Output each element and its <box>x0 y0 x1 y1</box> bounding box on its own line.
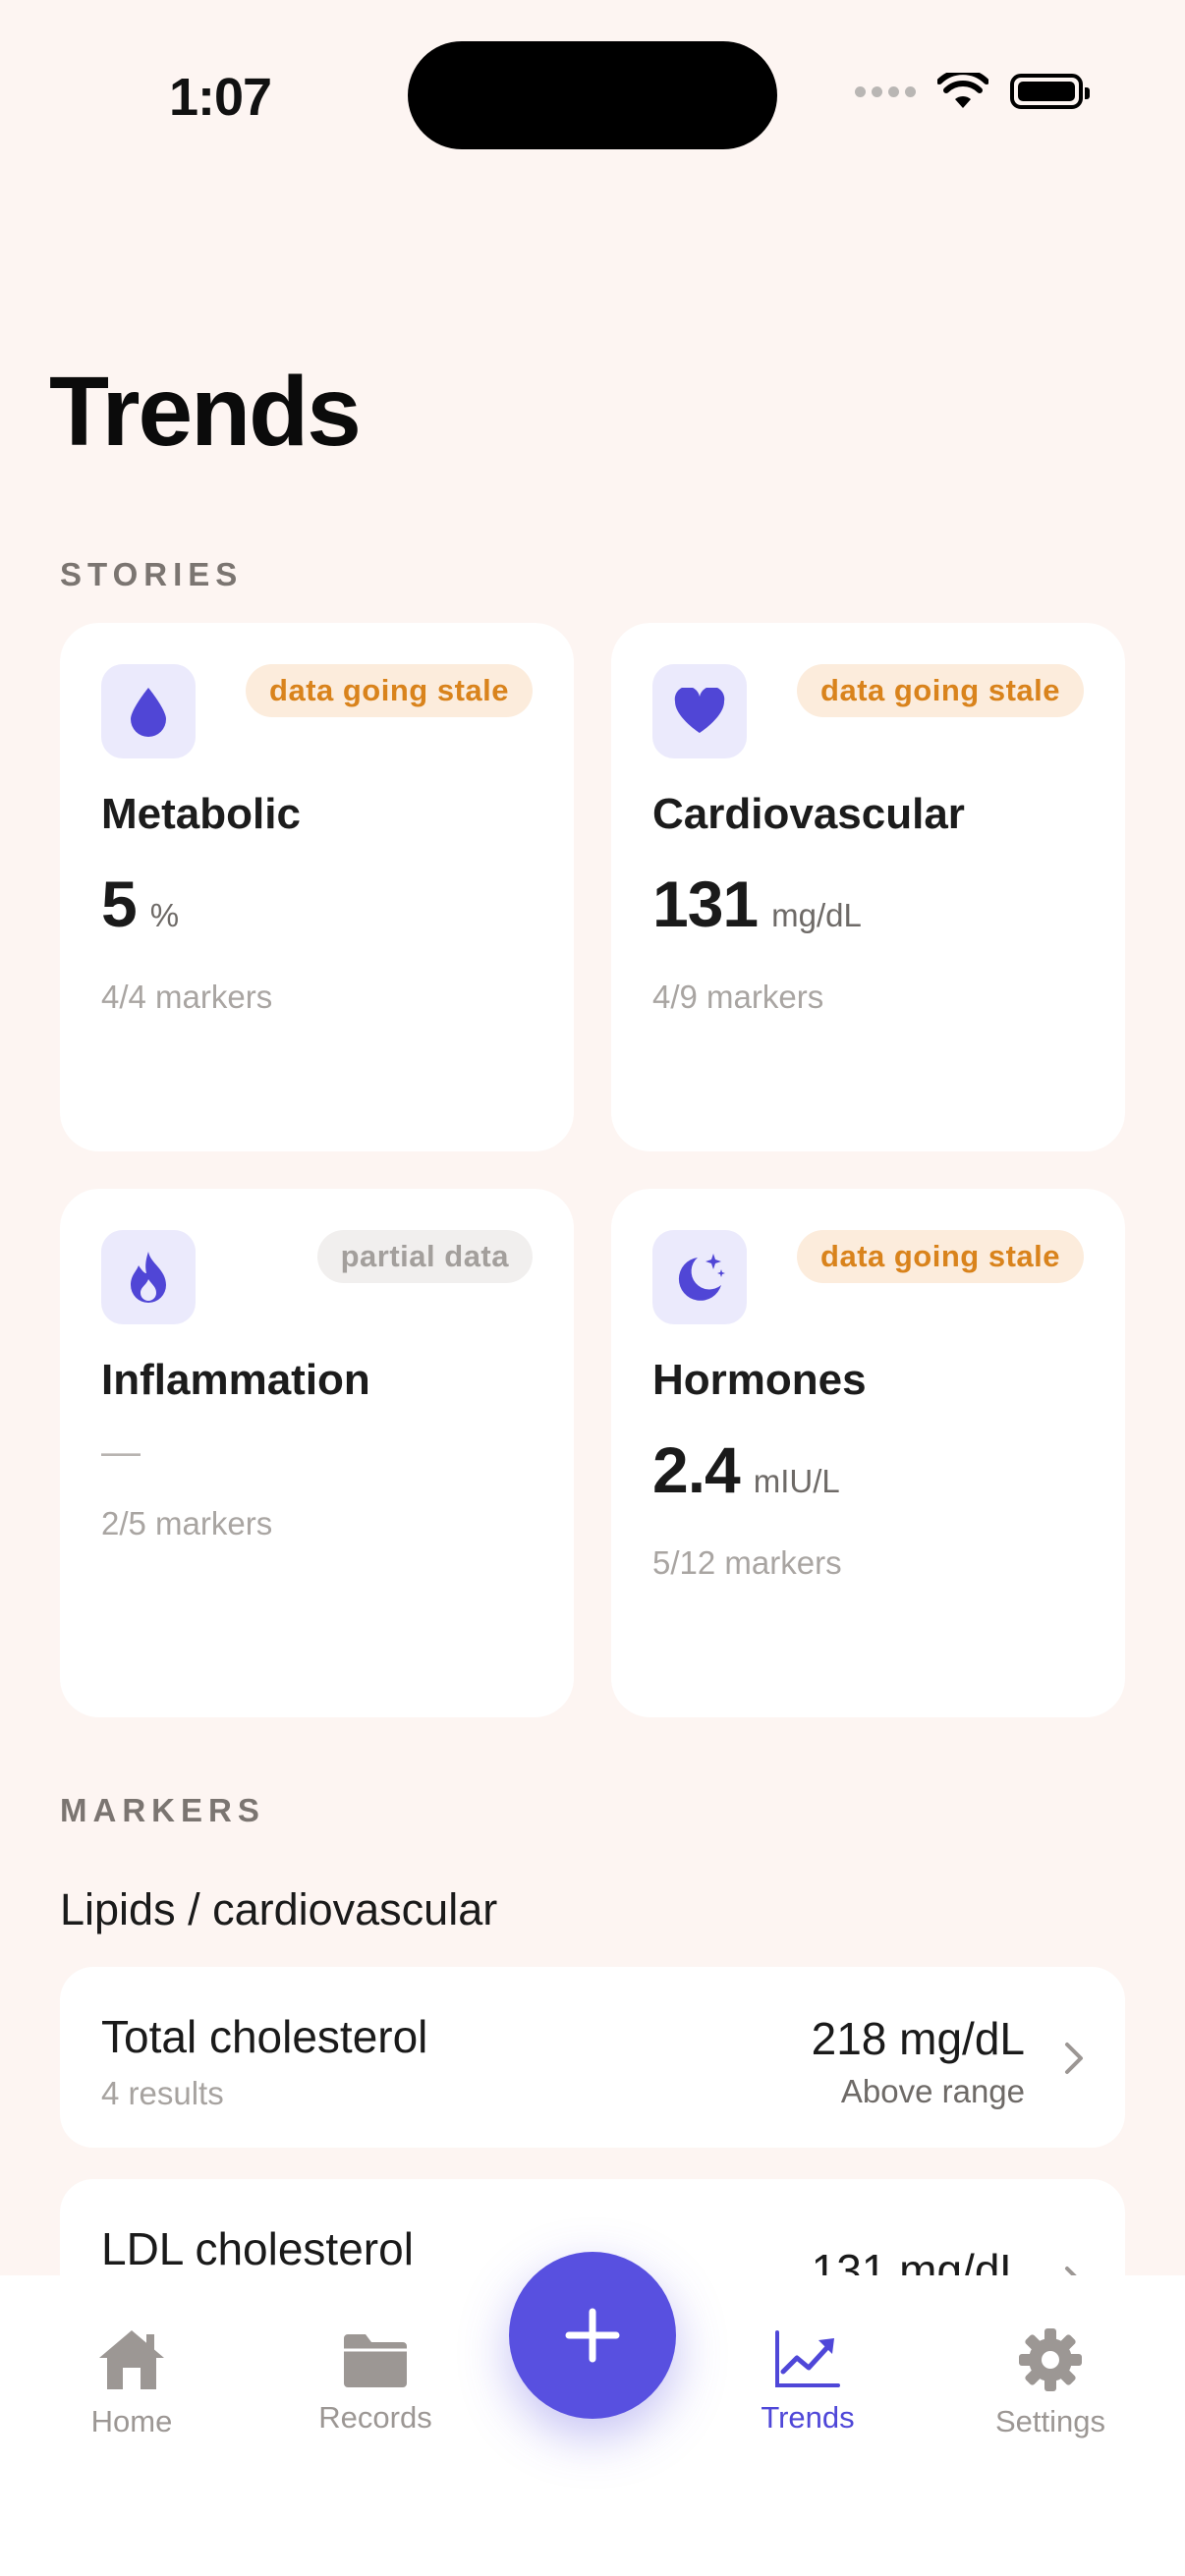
gear-icon <box>1019 2328 1082 2391</box>
page-title: Trends <box>49 357 362 467</box>
story-value: 5 <box>101 868 138 940</box>
story-unit: mg/dL <box>771 897 862 933</box>
story-value: 131 <box>652 868 759 940</box>
status-icons <box>855 73 1090 110</box>
story-card-inflammation[interactable]: partial data Inflammation — 2/5 markers <box>60 1189 574 1717</box>
story-unit: % <box>149 897 180 933</box>
story-markers-count: 2/5 markers <box>101 1505 273 1541</box>
moon-stars-icon <box>652 1230 747 1324</box>
tab-records[interactable]: Records <box>287 2330 464 2436</box>
story-value: — <box>101 1430 141 1474</box>
story-markers-count: 4/9 markers <box>652 979 824 1015</box>
tab-label: Trends <box>761 2400 855 2435</box>
tab-trends[interactable]: Trends <box>719 2328 896 2436</box>
tab-label: Records <box>318 2400 432 2435</box>
marker-value: 218 mg/dL <box>811 2013 1025 2064</box>
story-title: Hormones <box>652 1356 867 1404</box>
tab-home[interactable]: Home <box>43 2326 220 2439</box>
story-card-cardiovascular[interactable]: data going stale Cardiovascular 131 mg/d… <box>611 623 1125 1151</box>
folder-icon <box>344 2334 407 2387</box>
story-card-hormones[interactable]: data going stale Hormones 2.4 mIU/L 5/12… <box>611 1189 1125 1717</box>
tab-label: Home <box>90 2404 173 2438</box>
status-time: 1:07 <box>169 68 272 127</box>
marker-group-title: Lipids / cardiovascular <box>60 1884 498 1934</box>
house-icon <box>99 2330 164 2389</box>
story-card-metabolic[interactable]: data going stale Metabolic 5 % 4/4 marke… <box>60 623 574 1151</box>
marker-row-total-cholesterol[interactable]: Total cholesterol 4 results 218 mg/dL Ab… <box>60 1967 1125 2148</box>
story-unit: mIU/L <box>753 1463 840 1499</box>
markers-section-label: MARKERS <box>60 1792 265 1828</box>
story-markers-count: 5/12 markers <box>652 1544 842 1581</box>
plus-icon <box>565 2308 620 2363</box>
heart-icon <box>652 664 747 758</box>
marker-range-status: Above range <box>840 2073 1025 2109</box>
chart-line-icon <box>775 2330 840 2387</box>
drop-icon <box>101 664 196 758</box>
tab-label: Settings <box>994 2404 1105 2438</box>
add-record-button[interactable] <box>509 2252 676 2419</box>
story-title: Metabolic <box>101 790 301 838</box>
story-value: 2.4 <box>652 1433 741 1506</box>
marker-name: Total cholesterol <box>101 2011 428 2062</box>
stories-section-label: STORIES <box>60 556 244 592</box>
status-badge: data going stale <box>797 1230 1084 1283</box>
chevron-right-icon <box>1065 2043 1083 2074</box>
wifi-icon <box>937 73 988 108</box>
status-badge: data going stale <box>246 664 533 717</box>
dynamic-island <box>408 41 777 149</box>
status-badge: data going stale <box>797 664 1084 717</box>
flame-icon <box>101 1230 196 1324</box>
marker-results-count: 4 results <box>101 2075 224 2111</box>
cellular-icon <box>855 85 916 97</box>
marker-name: LDL cholesterol <box>101 2223 414 2274</box>
tab-settings[interactable]: Settings <box>962 2326 1139 2439</box>
story-markers-count: 4/4 markers <box>101 979 273 1015</box>
story-title: Cardiovascular <box>652 790 965 838</box>
story-title: Inflammation <box>101 1356 370 1404</box>
battery-icon <box>1010 74 1090 109</box>
status-badge: partial data <box>316 1230 533 1283</box>
